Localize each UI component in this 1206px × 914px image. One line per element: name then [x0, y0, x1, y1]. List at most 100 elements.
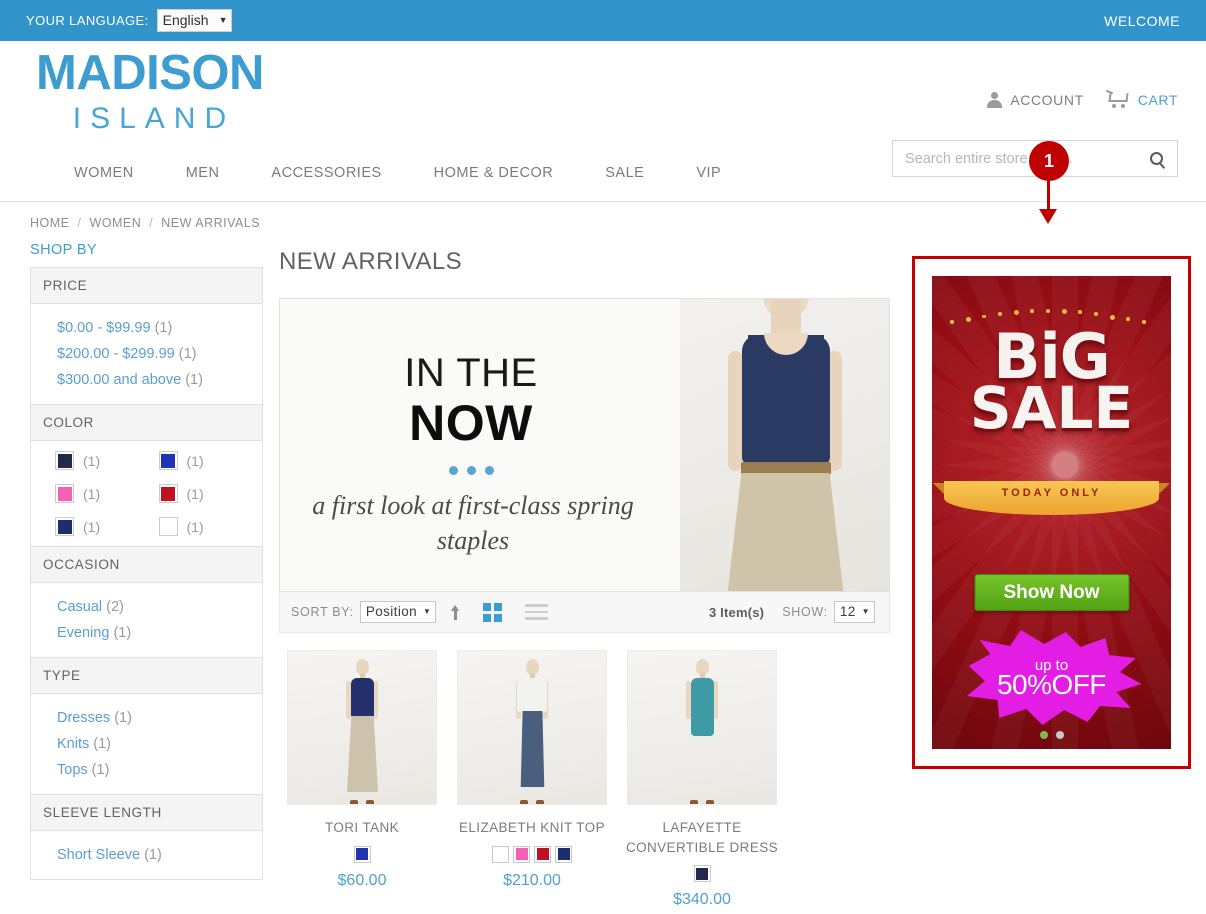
- filter-option-count: (1): [83, 452, 101, 469]
- product-color-swatch[interactable]: [693, 865, 711, 883]
- filter-option-color-3[interactable]: (1): [158, 484, 263, 503]
- sort-direction-ascending-icon[interactable]: [449, 604, 462, 621]
- search-button[interactable]: [1135, 141, 1177, 176]
- product-image[interactable]: [627, 650, 777, 805]
- sort-by-value: Position: [365, 604, 418, 619]
- filter-title-price: PRICE: [31, 268, 262, 304]
- carousel-dot-2[interactable]: [1055, 731, 1064, 739]
- filter-option-color-2[interactable]: (1): [55, 484, 159, 503]
- filter-option-price-2[interactable]: $300.00 and above (1): [31, 367, 262, 393]
- highlighted-region: BiG SALE TODAY ONLY Show Now up to 50%OF…: [912, 256, 1191, 769]
- show-per-page-label: SHOW:: [782, 605, 828, 619]
- product-image[interactable]: [457, 650, 607, 805]
- site-logo[interactable]: MADISON ISLAND: [36, 49, 264, 134]
- filter-block-price: PRICE $0.00 - $99.99 (1) $200.00 - $299.…: [30, 267, 263, 404]
- cart-link[interactable]: CART: [1105, 89, 1178, 108]
- annotation-marker-number: 1: [1029, 141, 1069, 181]
- promo-headline: BiG SALE: [932, 325, 1171, 443]
- product-name[interactable]: TORI TANK: [279, 818, 445, 838]
- language-value: English: [162, 12, 209, 28]
- product-swatches: [619, 865, 785, 883]
- promo-ribbon: TODAY ONLY: [933, 481, 1170, 515]
- color-swatch-icon: [55, 484, 74, 503]
- nav-item-sale[interactable]: SALE: [579, 165, 670, 181]
- filter-title-sleeve-length: SLEEVE LENGTH: [31, 795, 262, 831]
- product-color-swatch[interactable]: [492, 845, 509, 863]
- filter-option-label: Short Sleeve: [57, 847, 141, 863]
- product-color-swatch[interactable]: [534, 845, 551, 863]
- filter-option-price-1[interactable]: $200.00 - $299.99 (1): [31, 341, 262, 367]
- welcome-message: WELCOME: [1104, 12, 1180, 29]
- carousel-dots: [932, 731, 1171, 739]
- sort-by-select[interactable]: Position ▼: [359, 601, 437, 623]
- annotation-arrow-stem: [1047, 179, 1050, 213]
- show-now-button[interactable]: Show Now: [974, 574, 1129, 611]
- filter-option-type-1[interactable]: Knits (1): [31, 731, 262, 757]
- search-icon: [1149, 152, 1163, 165]
- hero-model-photo: [680, 299, 889, 591]
- nav-item-home-decor[interactable]: HOME & DECOR: [408, 165, 580, 181]
- product-image[interactable]: [287, 650, 437, 805]
- filter-option-sleeve-0[interactable]: Short Sleeve (1): [31, 842, 262, 868]
- filter-option-color-5[interactable]: (1): [158, 517, 263, 536]
- view-mode-list-icon[interactable]: [525, 604, 549, 620]
- filter-option-count: (1): [83, 485, 101, 502]
- product-price: $340.00: [673, 891, 731, 909]
- breadcrumb-item-home[interactable]: HOME: [30, 216, 70, 230]
- product-color-swatch[interactable]: [513, 845, 530, 863]
- show-per-page-select[interactable]: 12 ▼: [833, 601, 875, 623]
- product-name[interactable]: LAFAYETTE CONVERTIBLE DRESS: [619, 818, 785, 857]
- promo-headline-sale: SALE: [969, 374, 1134, 443]
- product-color-swatch[interactable]: [353, 845, 371, 863]
- nav-item-women[interactable]: WOMEN: [48, 165, 160, 181]
- product-price: $210.00: [503, 871, 561, 889]
- hero-dots-divider: [342, 466, 600, 475]
- filter-option-color-1[interactable]: (1): [158, 451, 263, 470]
- filter-option-count: (2): [106, 599, 124, 615]
- site-header: MADISON ISLAND ACCOUNT CART: [0, 41, 1206, 177]
- filter-block-sleeve-length: SLEEVE LENGTH Short Sleeve (1): [30, 794, 263, 880]
- filter-option-price-0[interactable]: $0.00 - $99.99 (1): [31, 315, 262, 341]
- annotation-arrow-head: [1039, 209, 1057, 224]
- top-language-bar: YOUR LANGUAGE: English ▼ WELCOME: [0, 0, 1206, 41]
- nav-item-accessories[interactable]: ACCESSORIES: [245, 165, 407, 181]
- product-item[interactable]: LAFAYETTE CONVERTIBLE DRESS $340.00: [619, 650, 785, 909]
- product-item[interactable]: ELIZABETH KNIT TOP $210.00: [449, 650, 615, 909]
- filter-option-color-4[interactable]: (1): [55, 517, 159, 536]
- filter-option-count: (1): [154, 320, 173, 336]
- filter-option-color-0[interactable]: (1): [55, 451, 159, 470]
- search-input[interactable]: [893, 150, 1135, 167]
- color-swatch-icon: [158, 484, 178, 503]
- shopping-cart-icon: [1105, 89, 1130, 108]
- page-main: SHOP BY PRICE $0.00 - $99.99 (1) $200.00…: [0, 230, 1206, 909]
- right-promo-column: BiG SALE TODAY ONLY Show Now up to 50%OF…: [912, 242, 1206, 909]
- product-name[interactable]: ELIZABETH KNIT TOP: [449, 818, 615, 838]
- filter-option-type-0[interactable]: Dresses (1): [31, 705, 262, 731]
- language-select[interactable]: English ▼: [156, 9, 233, 32]
- breadcrumb-item-women[interactable]: WOMEN: [89, 216, 141, 230]
- filter-option-label: Evening: [57, 625, 110, 641]
- layered-navigation-sidebar: SHOP BY PRICE $0.00 - $99.99 (1) $200.00…: [0, 242, 263, 909]
- filter-option-type-2[interactable]: Tops (1): [31, 757, 262, 783]
- breadcrumb: HOME / WOMEN / NEW ARRIVALS: [0, 202, 1206, 230]
- item-count: 3 Item(s): [708, 604, 765, 620]
- color-swatch-icon: [158, 517, 178, 536]
- nav-item-men[interactable]: MEN: [160, 165, 246, 181]
- filter-option-count: (1): [178, 346, 197, 362]
- filter-option-occasion-1[interactable]: Evening (1): [31, 620, 262, 646]
- filter-options-price: $0.00 - $99.99 (1) $200.00 - $299.99 (1)…: [31, 304, 262, 404]
- filter-block-type: TYPE Dresses (1) Knits (1) Tops (1): [30, 657, 263, 794]
- account-link[interactable]: ACCOUNT: [987, 91, 1084, 108]
- discount-amount: 50%OFF: [996, 668, 1107, 700]
- nav-item-vip[interactable]: VIP: [670, 165, 747, 181]
- category-hero-banner[interactable]: IN THE NOW a first look at first-class s…: [279, 298, 890, 592]
- carousel-dot-1[interactable]: [1039, 731, 1048, 739]
- promo-banner[interactable]: BiG SALE TODAY ONLY Show Now up to 50%OF…: [932, 276, 1171, 749]
- view-mode-grid-icon[interactable]: [483, 602, 503, 622]
- product-item[interactable]: TORI TANK $60.00: [279, 650, 445, 909]
- product-color-swatch[interactable]: [555, 845, 572, 863]
- chevron-down-icon: ▼: [218, 15, 228, 25]
- filter-option-occasion-0[interactable]: Casual (2): [31, 594, 262, 620]
- product-grid: TORI TANK $60.00 ELIZABETH KNIT TOP $210…: [279, 633, 890, 909]
- account-label: ACCOUNT: [1010, 91, 1084, 108]
